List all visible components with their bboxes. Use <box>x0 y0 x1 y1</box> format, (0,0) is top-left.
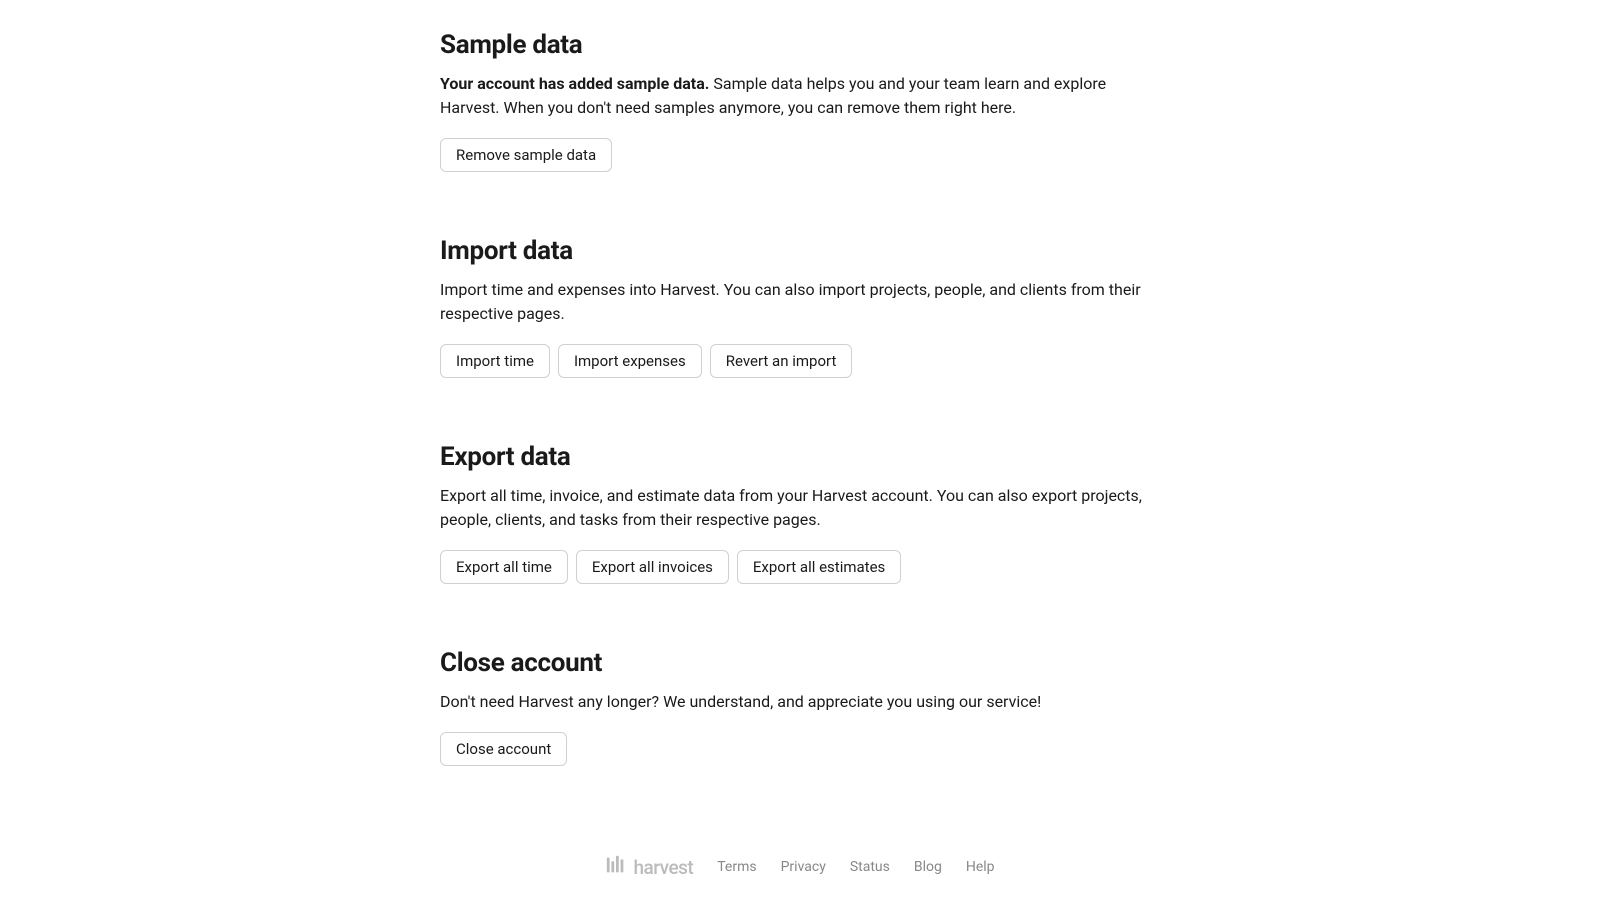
footer-terms-link[interactable]: Terms <box>717 859 756 875</box>
footer-logo: harvest <box>605 854 693 880</box>
footer-brand-text: harvest <box>633 856 693 879</box>
close-account-buttons: Close account <box>440 732 1160 766</box>
export-all-invoices-button[interactable]: Export all invoices <box>576 550 729 584</box>
close-account-heading: Close account <box>440 648 1160 678</box>
harvest-logo-icon <box>605 854 627 880</box>
sample-data-description-bold: Your account has added sample data. <box>440 74 709 93</box>
footer-help-link[interactable]: Help <box>966 859 995 875</box>
close-account-button[interactable]: Close account <box>440 732 567 766</box>
sample-data-section: Sample data Your account has added sampl… <box>440 30 1160 172</box>
export-data-section: Export data Export all time, invoice, an… <box>440 442 1160 584</box>
import-expenses-button[interactable]: Import expenses <box>558 344 702 378</box>
footer-status-link[interactable]: Status <box>850 859 890 875</box>
export-all-time-button[interactable]: Export all time <box>440 550 568 584</box>
export-data-heading: Export data <box>440 442 1160 472</box>
import-data-buttons: Import time Import expenses Revert an im… <box>440 344 1160 378</box>
footer: harvest Terms Privacy Status Blog Help <box>0 836 1600 920</box>
import-data-heading: Import data <box>440 236 1160 266</box>
close-account-section: Close account Don't need Harvest any lon… <box>440 648 1160 766</box>
close-account-description: Don't need Harvest any longer? We unders… <box>440 690 1160 714</box>
export-all-estimates-button[interactable]: Export all estimates <box>737 550 901 584</box>
footer-privacy-link[interactable]: Privacy <box>781 859 826 875</box>
import-data-description: Import time and expenses into Harvest. Y… <box>440 278 1160 326</box>
remove-sample-data-button[interactable]: Remove sample data <box>440 138 612 172</box>
import-data-section: Import data Import time and expenses int… <box>440 236 1160 378</box>
export-data-buttons: Export all time Export all invoices Expo… <box>440 550 1160 584</box>
export-data-description: Export all time, invoice, and estimate d… <box>440 484 1160 532</box>
revert-import-button[interactable]: Revert an import <box>710 344 853 378</box>
sample-data-buttons: Remove sample data <box>440 138 1160 172</box>
import-time-button[interactable]: Import time <box>440 344 550 378</box>
settings-content: Sample data Your account has added sampl… <box>440 0 1160 886</box>
sample-data-heading: Sample data <box>440 30 1160 60</box>
sample-data-description: Your account has added sample data. Samp… <box>440 72 1160 120</box>
footer-blog-link[interactable]: Blog <box>914 859 942 875</box>
